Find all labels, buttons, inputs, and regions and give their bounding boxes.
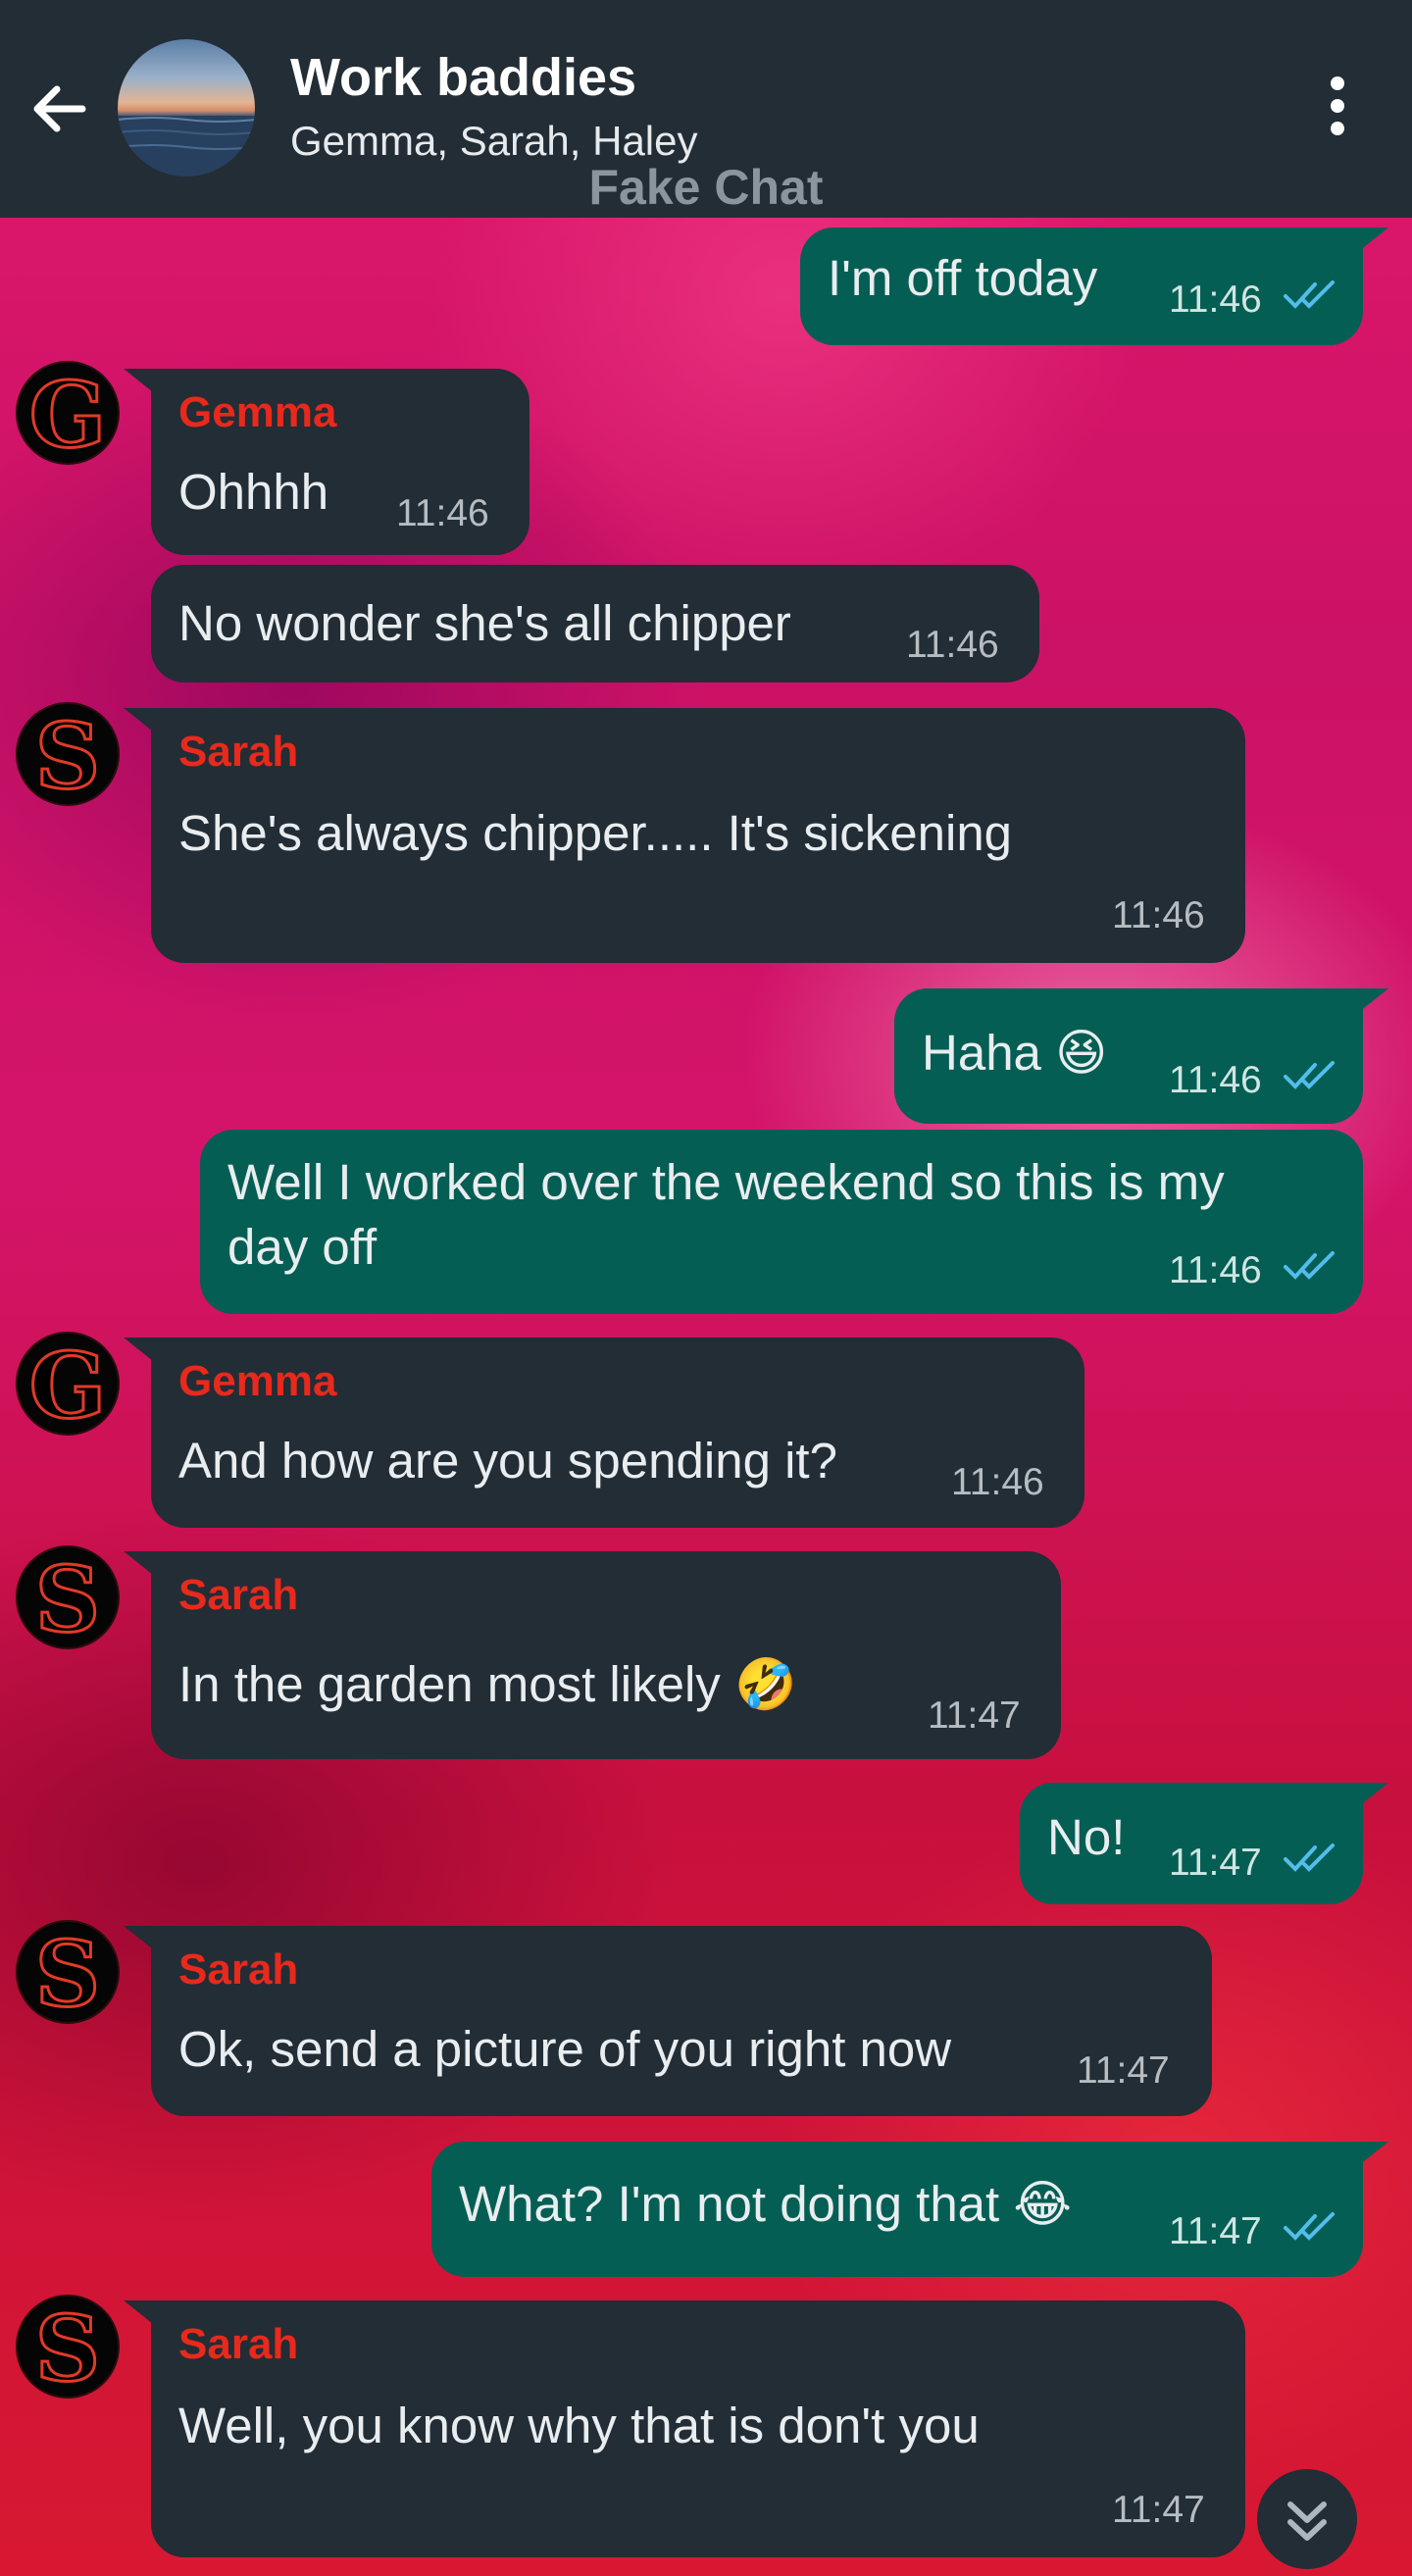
message-text: She's always chipper..... It's sickening [178,805,1013,861]
message-bubble-incoming[interactable]: Gemma Ohhhh 11:46 [151,369,530,555]
bubble-tail [124,1551,153,1575]
double-check-icon [1284,1251,1335,1280]
message-bubble-incoming[interactable]: Gemma And how are you spending it? 11:46 [151,1338,1084,1528]
bubble-tail [124,1338,153,1361]
message-text: Haha 😆 [922,1025,1108,1081]
message-text: And how are you spending it? [178,1433,837,1489]
message-bubble-outgoing[interactable]: Well I worked over the weekend so this i… [200,1130,1363,1314]
bubble-tail [1359,227,1388,251]
bubble-tail [124,2300,153,2324]
message-time: 11:46 [1169,1249,1262,1291]
message-text: No! [1047,1809,1126,1865]
message-text: In the garden most likely 🤣 [178,1656,797,1712]
scroll-to-bottom-button[interactable] [1257,2469,1357,2569]
bubble-tail [124,708,153,732]
watermark: Fake Chat [588,160,824,215]
chat-header: Work baddies Gemma, Sarah, Haley Fake Ch… [0,0,1412,218]
group-avatar[interactable] [118,39,255,177]
message-time: 11:47 [1169,2210,1262,2252]
message-text: Well, you know why that is don't you [178,2398,980,2453]
avatar[interactable]: S [16,2295,120,2399]
sender-name: Sarah [178,2320,299,2368]
message-text: day off [227,1219,378,1275]
message-time: 11:46 [1169,278,1262,321]
double-check-icon [1284,1844,1335,1872]
message-bubble-incoming[interactable]: Sarah Well, you know why that is don't y… [151,2300,1245,2557]
sender-name: Gemma [178,1357,337,1405]
message-text: Ohhhh [178,464,329,520]
message-time: 11:47 [1112,2489,1205,2531]
back-arrow-icon[interactable] [25,75,94,143]
message-time: 11:46 [1112,894,1205,936]
bubble-tail [1359,2142,1388,2165]
avatar[interactable]: S [16,702,120,806]
sender-name: Sarah [178,728,299,776]
avatar[interactable]: G [16,361,120,465]
bubble-tail [1359,988,1388,1012]
double-chevron-down-icon [1287,2501,1327,2541]
bubble-tail [124,1926,153,1949]
chat-title[interactable]: Work baddies [290,47,636,108]
double-check-icon [1284,280,1335,309]
message-bubble-outgoing[interactable]: No! 11:47 [1020,1783,1363,1904]
double-check-icon [1284,1061,1335,1089]
message-bubble-incoming[interactable]: Sarah In the garden most likely 🤣 11:47 [151,1551,1061,1759]
message-text: I'm off today [828,250,1098,306]
bubble-tail [1359,1783,1388,1806]
message-text: What? I'm not doing that 😂 [459,2176,1072,2232]
message-time: 11:46 [906,624,999,666]
chat-members[interactable]: Gemma, Sarah, Haley [290,118,698,165]
message-bubble-incoming[interactable]: Sarah She's always chipper..... It's sic… [151,708,1245,963]
avatar[interactable]: S [16,1545,120,1649]
message-bubble-incoming[interactable]: Sarah Ok, send a picture of you right no… [151,1926,1212,2116]
sender-name: Gemma [178,388,337,436]
message-text: Well I worked over the weekend so this i… [227,1154,1225,1210]
more-vert-icon[interactable] [1318,76,1357,145]
avatar[interactable]: G [16,1332,120,1436]
sender-name: Sarah [178,1571,299,1619]
bubble-tail [124,369,153,392]
message-time: 11:46 [396,492,489,534]
sender-name: Sarah [178,1945,299,1994]
message-bubble-outgoing[interactable]: Haha 😆 11:46 [894,988,1363,1124]
message-bubble-outgoing[interactable]: I'm off today 11:46 [800,227,1363,345]
message-time: 11:46 [951,1461,1044,1503]
avatar[interactable]: S [16,1920,120,2024]
message-time: 11:47 [1169,1842,1262,1884]
message-time: 11:47 [1077,2049,1170,2092]
message-text: No wonder she's all chipper [178,595,791,651]
message-bubble-incoming[interactable]: No wonder she's all chipper 11:46 [151,565,1039,682]
double-check-icon [1284,2212,1335,2241]
message-text: Ok, send a picture of you right now [178,2021,952,2077]
message-time: 11:46 [1169,1059,1262,1101]
message-bubble-outgoing[interactable]: What? I'm not doing that 😂 11:47 [431,2142,1363,2277]
message-time: 11:47 [928,1694,1021,1737]
